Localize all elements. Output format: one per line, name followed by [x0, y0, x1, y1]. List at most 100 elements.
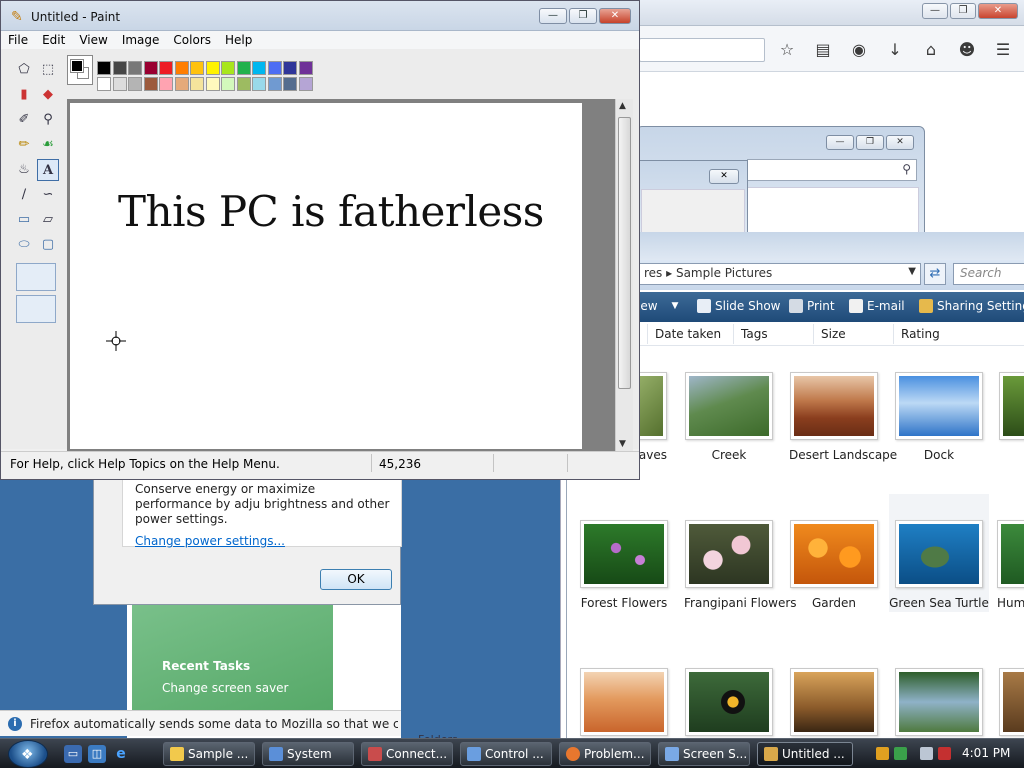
taskbar-item[interactable]: Sample ... — [163, 742, 255, 766]
menu-image[interactable]: Image — [115, 31, 167, 49]
transparent-option-icon[interactable] — [16, 295, 56, 323]
color-swatch[interactable] — [236, 61, 251, 75]
color-swatch[interactable] — [190, 61, 204, 75]
color-swatch[interactable] — [97, 61, 111, 75]
free-select-icon[interactable]: ⬠ — [13, 59, 35, 81]
change-screen-saver-link[interactable]: Change screen saver — [162, 681, 289, 695]
slide-show-button[interactable]: Slide Show — [697, 299, 780, 313]
text-tool-icon[interactable]: A — [37, 159, 59, 181]
taskbar-item[interactable]: Screen S... — [658, 742, 750, 766]
menu-view[interactable]: View — [72, 31, 114, 49]
taskbar-item[interactable]: Control ... — [460, 742, 552, 766]
breadcrumb[interactable]: res ▸ Sample Pictures ▼ — [637, 263, 921, 285]
search-field[interactable]: ⚲ — [747, 159, 917, 181]
fill-bucket-icon[interactable]: ◆ — [37, 84, 59, 106]
internet-explorer-icon[interactable]: e — [112, 745, 130, 763]
thumbnail-item[interactable]: Frangipani Flowers — [684, 520, 797, 610]
thumbnail-item[interactable]: Garden — [789, 520, 879, 610]
thumbnail-item[interactable] — [999, 372, 1024, 440]
color-swatch[interactable] — [283, 61, 297, 75]
color-swatch[interactable] — [252, 77, 266, 91]
color-picker-icon[interactable]: ✐ — [13, 109, 35, 131]
color-swatch[interactable] — [128, 61, 142, 75]
volume-muted-icon[interactable] — [938, 747, 951, 760]
email-button[interactable]: E-mail — [849, 299, 905, 313]
color-swatch[interactable] — [159, 61, 173, 75]
color-swatch[interactable] — [205, 77, 220, 91]
menu-edit[interactable]: Edit — [35, 31, 72, 49]
start-button[interactable]: ❖ — [8, 740, 48, 768]
color-swatch[interactable] — [267, 61, 282, 75]
ok-button[interactable]: OK — [320, 569, 392, 590]
change-power-settings-link[interactable]: Change power settings... — [135, 534, 395, 548]
close-button[interactable]: ✕ — [709, 169, 739, 184]
search-input[interactable]: Search — [953, 263, 1024, 285]
scroll-up-icon[interactable]: ▲ — [619, 101, 626, 111]
color-swatch[interactable] — [298, 77, 313, 91]
ellipse-icon[interactable]: ⬭ — [13, 234, 35, 256]
download-icon[interactable]: ↓ — [884, 40, 906, 59]
thumbnail-item[interactable] — [894, 668, 984, 736]
close-button[interactable]: ✕ — [599, 8, 631, 24]
thumbnail-item-selected[interactable]: Green Sea Turtle — [889, 494, 989, 612]
color-swatch[interactable] — [221, 61, 235, 75]
close-button[interactable]: ✕ — [886, 135, 914, 150]
opaque-option-icon[interactable] — [16, 263, 56, 291]
clock[interactable]: 4:01 PM — [962, 746, 1010, 760]
thumbnail-item[interactable]: Desert Landscape — [789, 372, 897, 462]
menu-file[interactable]: File — [1, 31, 35, 49]
color-swatch[interactable] — [236, 77, 251, 91]
color-swatch[interactable] — [143, 77, 158, 91]
polygon-icon[interactable]: ▱ — [37, 209, 59, 231]
color-swatch[interactable] — [174, 61, 189, 75]
thumbnail-item[interactable]: Forest Flowers — [579, 520, 669, 610]
curve-icon[interactable]: ∽ — [37, 184, 59, 206]
color-swatch[interactable] — [159, 77, 173, 91]
current-colors[interactable] — [67, 55, 93, 85]
airbrush-icon[interactable]: ♨ — [13, 159, 35, 181]
line-icon[interactable]: ∕ — [13, 184, 35, 206]
thumbnail-item[interactable]: Creek — [684, 372, 774, 462]
rounded-rect-icon[interactable]: ▢ — [37, 234, 59, 256]
scroll-down-icon[interactable]: ▼ — [619, 439, 626, 449]
rect-select-icon[interactable]: ⬚ — [37, 59, 59, 81]
color-swatch[interactable] — [252, 61, 266, 75]
color-swatch[interactable] — [97, 77, 111, 91]
taskbar-item[interactable]: System — [262, 742, 354, 766]
minimize-button[interactable]: — — [826, 135, 854, 150]
pencil-icon[interactable]: ✏ — [13, 134, 35, 156]
taskbar-item-active[interactable]: Untitled ... — [757, 742, 853, 766]
close-button[interactable]: ✕ — [978, 3, 1018, 19]
minimize-button[interactable]: — — [922, 3, 948, 19]
color-swatch[interactable] — [112, 77, 127, 91]
menu-help[interactable]: Help — [218, 31, 259, 49]
thumbnail-item[interactable]: Dock — [894, 372, 984, 462]
chevron-down-icon[interactable]: ▼ — [908, 266, 916, 277]
color-swatch[interactable] — [283, 77, 297, 91]
home-icon[interactable]: ⌂ — [920, 40, 942, 59]
refresh-icon[interactable]: ⇄ — [924, 263, 946, 285]
color-swatch[interactable] — [221, 77, 235, 91]
color-swatch[interactable] — [298, 61, 313, 75]
color-swatch[interactable] — [267, 77, 282, 91]
sharing-settings-button[interactable]: Sharing Settings — [919, 299, 1024, 313]
maximize-button[interactable]: ❐ — [950, 3, 976, 19]
column-rating[interactable]: Rating — [901, 327, 940, 341]
shield-icon[interactable] — [876, 747, 889, 760]
color-swatch[interactable] — [174, 77, 189, 91]
column-size[interactable]: Size — [821, 327, 846, 341]
menu-colors[interactable]: Colors — [166, 31, 218, 49]
taskbar-item[interactable]: Connect... — [361, 742, 453, 766]
brush-icon[interactable]: ☙ — [37, 134, 59, 156]
thumbnail-item[interactable] — [999, 668, 1024, 736]
smiley-icon[interactable]: ☻ — [956, 40, 978, 59]
color-swatch[interactable] — [128, 77, 142, 91]
column-date-taken[interactable]: Date taken — [655, 327, 721, 341]
minimize-button[interactable]: — — [539, 8, 567, 24]
color-swatch[interactable] — [190, 77, 204, 91]
scrollbar-thumb[interactable] — [618, 117, 631, 389]
thumbnail-item[interactable] — [684, 668, 774, 736]
thumbnail-item[interactable] — [789, 668, 879, 736]
menu-icon[interactable]: ☰ — [992, 40, 1014, 59]
pocket-icon[interactable]: ◉ — [848, 40, 870, 59]
